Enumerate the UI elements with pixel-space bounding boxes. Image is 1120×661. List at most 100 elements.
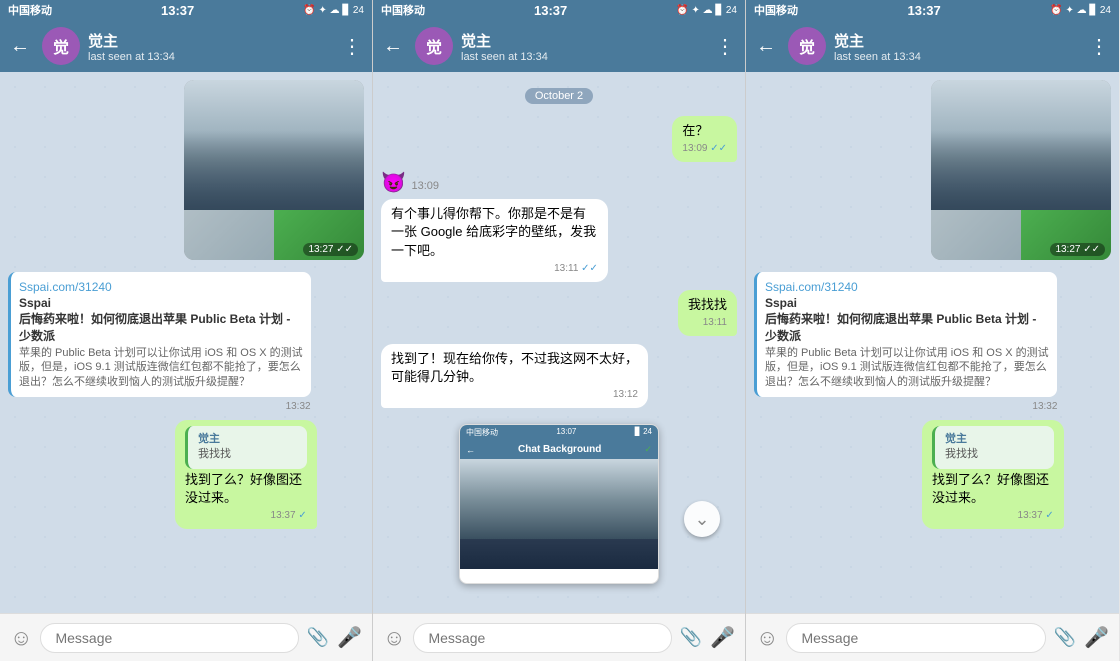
emoji-button-3[interactable]: ☺ (756, 625, 778, 651)
link-url-1: Sspai.com/31240 (19, 280, 303, 294)
contact-name-1: 觉主 (88, 30, 334, 51)
nested-phone: 中国移动 13:07 ▊ 24 ← Chat Background ✓ (459, 424, 659, 584)
mic-button-2[interactable]: 🎤 (710, 625, 735, 650)
more-button-3[interactable]: ⋮ (1089, 34, 1109, 59)
panel-2: 中国移动 13:37 ⏰ ✦ ☁ ▊ 24 ← 觉 觉主 last seen a… (373, 0, 746, 661)
emoji-button-1[interactable]: ☺ (10, 625, 32, 651)
panel-1: 中国移动 13:37 ⏰ ✦ ☁ ▊ 24 ← 觉 觉主 last seen a… (0, 0, 373, 661)
attach-button-1[interactable]: 📎 (307, 627, 329, 648)
reply-name-3: 觉主 (945, 432, 1044, 447)
message-input-1[interactable] (40, 623, 298, 653)
more-button-1[interactable]: ⋮ (342, 34, 362, 59)
carrier-3: 中国移动 (754, 2, 798, 18)
nested-carrier: 中国移动 (466, 427, 498, 438)
back-button-3[interactable]: ← (756, 35, 776, 58)
link-preview-3: Sspai.com/31240 Sspai 后悔药来啦！如何彻底退出苹果 Pub… (754, 272, 1057, 397)
ticks-demon-2: ✓✓ (581, 263, 598, 274)
contact-status-1: last seen at 13:34 (88, 51, 334, 63)
bubble-zai-2: 在？ 13:09 ✓✓ (672, 116, 737, 162)
reply-quote-3: 觉主 我找找 (932, 426, 1054, 469)
status-bar-2: 中国移动 13:37 ⏰ ✦ ☁ ▊ 24 (373, 0, 745, 20)
chat-image-1: 13:27 ✓✓ (184, 80, 364, 260)
message-input-3[interactable] (786, 623, 1045, 653)
chat-area-3: 13:27 ✓✓ Sspai.com/31240 Sspai 后悔药来啦！如何彻… (746, 72, 1119, 613)
time-search-2: 13:11 (688, 316, 727, 330)
link-title-1: 后悔药来啦！如何彻底退出苹果 Public Beta 计划 - 少数派 (19, 310, 303, 344)
mic-button-3[interactable]: 🎤 (1084, 625, 1109, 650)
nested-chat-bg (460, 459, 658, 569)
nested-status: 中国移动 13:07 ▊ 24 (460, 425, 658, 440)
msg-found-2: 找到了！现在给你传，不过我这网不太好，可能得几分钟。 13:12 (381, 344, 737, 408)
more-button-2[interactable]: ⋮ (715, 34, 735, 59)
contact-status-2: last seen at 13:34 (461, 51, 707, 63)
bubble-found-2: 找到了！现在给你传，不过我这网不太好，可能得几分钟。 13:12 (381, 344, 648, 408)
link-desc-1: 苹果的 Public Beta 计划可以让你试用 iOS 和 OS X 的测试版… (19, 346, 303, 389)
message-input-2[interactable] (413, 623, 671, 653)
skyline-3 (931, 80, 1111, 210)
emoji-button-2[interactable]: ☺ (383, 625, 405, 651)
nested-signal: ▊ 24 (635, 427, 652, 438)
status-bar-1: 中国移动 13:37 ⏰ ✦ ☁ ▊ 24 (0, 0, 372, 20)
nested-header: ← Chat Background ✓ (460, 440, 658, 459)
contact-info-3: 觉主 last seen at 13:34 (834, 30, 1081, 63)
reply-msg-text-3: 找到了么？好像图还没过来。 (932, 471, 1054, 507)
reply-msg-text-1: 找到了么？好像图还没过来。 (185, 471, 307, 507)
input-bar-2: ☺ 📎 🎤 (373, 613, 745, 661)
reply-bubble-3: 觉主 我找找 找到了么？好像图还没过来。 13:37 ✓ (922, 420, 1064, 529)
nested-ground (460, 539, 658, 569)
link-desc-3: 苹果的 Public Beta 计划可以让你试用 iOS 和 OS X 的测试版… (765, 346, 1049, 389)
msg-zai-2: 在？ 13:09 ✓✓ (381, 116, 737, 162)
img-time-1: 13:27 ✓✓ (303, 243, 358, 256)
buildings-1 (184, 130, 364, 210)
time-found-2: 13:12 (391, 388, 638, 402)
time-2: 13:37 (534, 3, 567, 18)
link-title-3: 后悔药来啦！如何彻底退出苹果 Public Beta 计划 - 少数派 (765, 310, 1049, 344)
reply-name-1: 觉主 (198, 432, 297, 447)
reply-time-3: 13:37 ✓ (932, 509, 1054, 523)
bubble-search-2: 我找找 13:11 (678, 290, 737, 336)
chat-area-2: October 2 在？ 13:09 ✓✓ 😈 13:09 有个事儿得你帮下。你… (373, 72, 745, 613)
link-time-3: 13:32 (754, 401, 1057, 412)
time-zai-2: 13:09 ✓✓ (682, 142, 727, 156)
carrier-2: 中国移动 (381, 2, 425, 18)
nested-back: ← (466, 445, 475, 455)
link-msg-3: Sspai.com/31240 Sspai 后悔药来啦！如何彻底退出苹果 Pub… (754, 268, 1111, 412)
contact-name-2: 觉主 (461, 30, 707, 51)
avatar-1: 觉 (42, 27, 80, 65)
reply-ticks-1: ✓ (298, 510, 306, 521)
reply-text-3: 我找找 (945, 447, 1044, 462)
date-divider-2: October 2 (381, 86, 737, 104)
messages-2: October 2 在？ 13:09 ✓✓ 😈 13:09 有个事儿得你帮下。你… (373, 72, 745, 602)
chat-image-3: 13:27 ✓✓ (931, 80, 1111, 260)
reply-text-1: 我找找 (198, 447, 297, 462)
back-button-1[interactable]: ← (10, 35, 30, 58)
link-time-1: 13:32 (8, 401, 311, 412)
contact-info-1: 觉主 last seen at 13:34 (88, 30, 334, 63)
chat-header-1: ← 觉 觉主 last seen at 13:34 ⋮ (0, 20, 372, 72)
signal-2: ⏰ ✦ ☁ ▊ 24 (676, 5, 737, 16)
reply-ticks-3: ✓ (1045, 510, 1053, 521)
link-site-3: Sspai (765, 296, 1049, 310)
reply-bubble-1: 觉主 我找找 找到了么？好像图还没过来。 13:37 ✓ (175, 420, 317, 529)
attach-button-3[interactable]: 📎 (1054, 627, 1076, 648)
time-3: 13:37 (907, 3, 940, 18)
chat-header-3: ← 觉 觉主 last seen at 13:34 ⋮ (746, 20, 1119, 72)
carrier-1: 中国移动 (8, 2, 52, 18)
date-label-2: October 2 (525, 88, 593, 104)
image-msg-3: 13:27 ✓✓ (754, 80, 1111, 260)
nested-check[interactable]: ✓ (644, 444, 652, 455)
attach-button-2[interactable]: 📎 (680, 627, 702, 648)
msg-search-2: 我找找 13:11 (381, 290, 737, 336)
link-preview-1: Sspai.com/31240 Sspai 后悔药来啦！如何彻底退出苹果 Pub… (8, 272, 311, 397)
input-bar-3: ☺ 📎 🎤 (746, 613, 1119, 661)
signal-1: ⏰ ✦ ☁ ▊ 24 (303, 5, 364, 16)
link-site-1: Sspai (19, 296, 303, 310)
nested-time: 13:07 (556, 427, 576, 438)
mic-button-1[interactable]: 🎤 (337, 625, 362, 650)
avatar-3: 觉 (788, 27, 826, 65)
demon-icon-2: 😈 13:09 (381, 170, 684, 195)
link-url-3: Sspai.com/31240 (765, 280, 1049, 294)
messages-1: 13:27 ✓✓ Sspai.com/31240 Sspai 后悔药来啦！如何彻… (0, 72, 372, 539)
img-q1-3 (931, 210, 1021, 260)
back-button-2[interactable]: ← (383, 35, 403, 58)
